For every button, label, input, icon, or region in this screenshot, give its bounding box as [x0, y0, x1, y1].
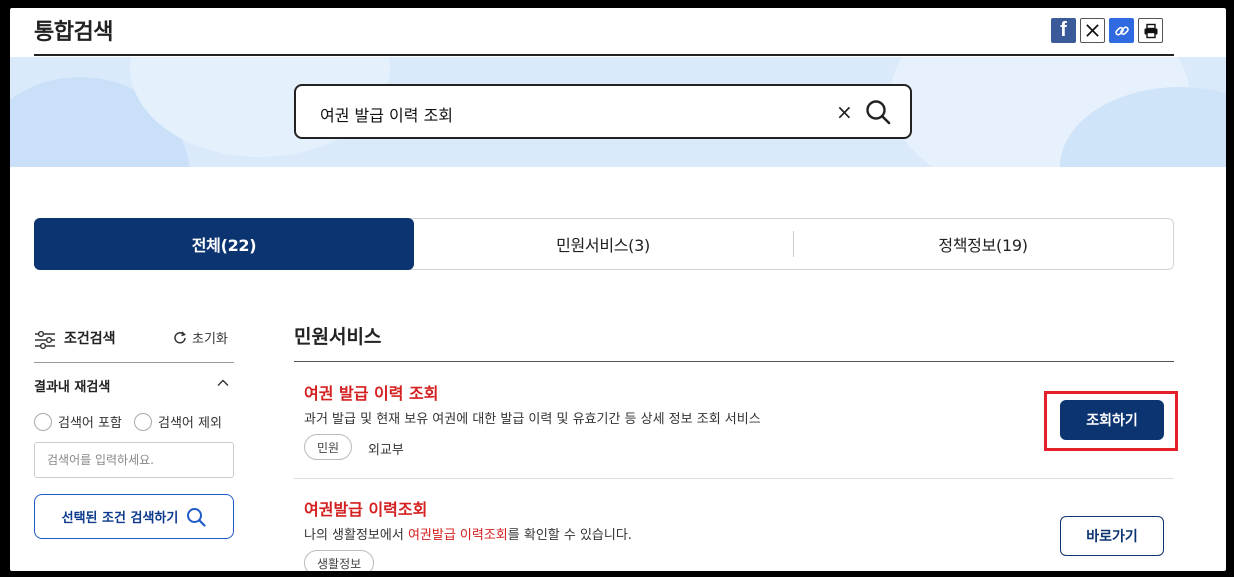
section-divider: [294, 361, 1174, 362]
go-button[interactable]: 바로가기: [1060, 516, 1164, 556]
search-icon[interactable]: [864, 98, 892, 126]
search-box[interactable]: 여권 발급 이력 조회 ×: [294, 84, 912, 139]
tab-policy-info[interactable]: 정책정보(19): [793, 219, 1173, 269]
section-title: 민원서비스: [294, 326, 382, 348]
result-title-link[interactable]: 여권 발급 이력 조회: [304, 380, 438, 404]
radio-circle[interactable]: [34, 412, 52, 431]
category-tag: 민원: [304, 434, 353, 460]
chevron-up-icon[interactable]: [216, 376, 230, 390]
within-search-label: 결과내 재검색: [34, 380, 111, 395]
desc-text: 를 확인할 수 있습니다.: [507, 528, 632, 543]
desc-text: 나의 생활정보에서: [304, 528, 408, 543]
result-description: 과거 발급 및 현재 보유 여권에 대한 발급 이력 및 유효기간 등 상세 정…: [304, 412, 761, 427]
within-search-input[interactable]: [34, 442, 234, 478]
result-tabs: 전체(22) 민원서비스(3) 정책정보(19): [34, 218, 1174, 270]
search-input[interactable]: 여권 발급 이력 조회: [320, 102, 453, 126]
include-keyword-label: 검색어 포함: [58, 416, 122, 431]
result-title-link[interactable]: 여권발급 이력조회: [304, 496, 427, 520]
exclude-keyword-label: 검색어 제외: [158, 416, 222, 431]
condition-search-button[interactable]: 선택된 조건 검색하기: [34, 494, 234, 539]
annotation-highlight-box: [1044, 391, 1178, 451]
filter-sliders-icon: [35, 330, 55, 350]
exclude-keyword-radio[interactable]: 검색어 제외: [134, 412, 222, 431]
radio-circle[interactable]: [134, 412, 152, 431]
result-item: 여권발급 이력조회 나의 생활정보에서 여권발급 이력조회를 확인할 수 있습니…: [294, 494, 1174, 571]
category-tag: 생활정보: [304, 550, 375, 571]
tab-civil-service[interactable]: 민원서비스(3): [413, 219, 793, 269]
page-title: 통합검색: [34, 20, 113, 45]
link-icon[interactable]: [1109, 18, 1134, 43]
filter-label: 조건검색: [64, 331, 116, 347]
result-description: 나의 생활정보에서 여권발급 이력조회를 확인할 수 있습니다.: [304, 524, 632, 543]
x-icon[interactable]: [1080, 18, 1105, 43]
desc-highlight: 여권발급 이력조회: [407, 528, 508, 543]
facebook-icon[interactable]: f: [1051, 18, 1076, 43]
page-frame: 통합검색 f 여권 발급 이력 조회 × 전체(22) 민원서비스(3) 정책정…: [10, 8, 1226, 571]
title-divider: [34, 54, 1174, 56]
print-icon[interactable]: [1138, 18, 1163, 43]
filter-header: 조건검색 초기화: [34, 326, 234, 363]
condition-search-label: 선택된 조건 검색하기: [61, 511, 179, 526]
include-keyword-radio[interactable]: 검색어 포함: [34, 412, 122, 431]
tab-all[interactable]: 전체(22): [34, 218, 414, 270]
organization-label: 외교부: [368, 443, 404, 458]
refresh-icon: [174, 330, 186, 344]
clear-icon[interactable]: ×: [836, 100, 853, 124]
result-item: 여권 발급 이력 조회 과거 발급 및 현재 보유 여권에 대한 발급 이력 및…: [294, 378, 1174, 479]
reset-label: 초기화: [192, 332, 228, 347]
reset-button[interactable]: 초기화: [172, 328, 228, 347]
search-icon: [187, 507, 206, 527]
